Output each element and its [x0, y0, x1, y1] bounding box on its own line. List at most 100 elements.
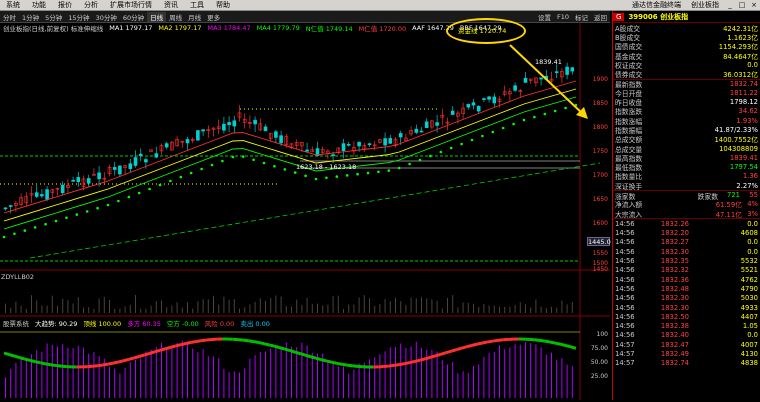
sub2-trend-seg: [446, 351, 451, 353]
stat-row: 总成交量104308809: [613, 144, 760, 153]
sub2-trend-seg: [176, 345, 181, 346]
sub2-trend-seg: [337, 363, 342, 364]
stat-value: 1797.54: [669, 163, 758, 171]
tick-volume: 0.0: [689, 238, 758, 246]
tick-price: 1832.30: [649, 248, 689, 256]
menu-analysis[interactable]: 分析: [78, 0, 104, 10]
signal-dot: [304, 175, 307, 178]
callout-label: 资金线 1720.74: [458, 25, 506, 35]
stat-value: 1811.22: [669, 89, 758, 97]
stat-row: 指数涨跌34.62: [613, 107, 760, 116]
signal-dot: [388, 169, 391, 172]
tab-daily[interactable]: 日线: [147, 12, 166, 22]
sub2-trend-seg: [160, 349, 165, 351]
sub2-trend-seg: [124, 359, 129, 360]
sub2-trend-seg: [98, 365, 103, 366]
security-code[interactable]: 399006 创业板指: [628, 12, 688, 22]
stat-row: A股成交4242.31亿: [613, 23, 760, 32]
quote-panel: G 399006 创业板指 A股成交4242.31亿B股成交1.1623亿国债成…: [612, 11, 760, 400]
y-tick: 1900: [582, 76, 608, 83]
sub2-trend-seg: [462, 347, 467, 348]
stat-row: 指数涨幅1.93%: [613, 116, 760, 125]
tab-15min[interactable]: 15分钟: [65, 12, 92, 22]
sub2-trend-seg: [352, 366, 357, 367]
candle-body: [228, 122, 231, 124]
menu-news[interactable]: 资讯: [158, 0, 184, 10]
stat-value: 1400.7552亿: [669, 134, 758, 144]
minimize-icon[interactable]: _: [724, 1, 736, 9]
stat-row: 最高指数1839.41: [613, 153, 760, 162]
y-tick: 1600: [582, 220, 608, 227]
candle-body: [186, 139, 189, 142]
tick-row: 14:571832.494130: [613, 349, 760, 358]
close-icon[interactable]: ×: [748, 1, 760, 9]
stat-row: 最低指数1797.54: [613, 162, 760, 171]
f10-button[interactable]: F10: [554, 13, 572, 21]
sub2-trend-seg: [488, 341, 493, 342]
signal-dot: [44, 223, 47, 226]
sub2-trend-seg: [181, 343, 186, 344]
tick-row: 14:561832.260.0: [613, 219, 760, 228]
tab-60min[interactable]: 60分钟: [120, 12, 147, 22]
tab-timeshare[interactable]: 分时: [0, 12, 19, 22]
tick-volume: 5521: [689, 266, 758, 274]
mark-button[interactable]: 标记: [572, 12, 591, 22]
sub2-trend-seg: [259, 343, 264, 344]
menu-ext-market[interactable]: 扩展市场行情: [104, 0, 158, 10]
sub2-trend-seg: [306, 355, 311, 357]
tab-1min[interactable]: 1分钟: [19, 12, 42, 22]
tab-more[interactable]: 更多: [204, 12, 223, 22]
tab-weekly[interactable]: 周线: [166, 12, 185, 22]
tick-time: 14:56: [615, 257, 649, 265]
sub2-sell: 卖出 0.00: [237, 318, 273, 327]
tick-volume: 5030: [689, 294, 758, 302]
group-badge: G: [613, 13, 624, 21]
kline-chart[interactable]: [0, 23, 610, 400]
signal-dot: [346, 174, 349, 177]
menu-help[interactable]: 帮助: [210, 0, 236, 10]
candle-body: [165, 144, 168, 147]
signal-dot: [398, 167, 401, 170]
candle-body: [77, 177, 80, 181]
signal-dot: [221, 160, 224, 163]
signal-dot: [159, 184, 162, 187]
sub2-top: 顶线 100.00: [80, 318, 124, 327]
window-title: 通达信金融终端 创业板指: [627, 0, 724, 10]
sub2-trend-seg: [30, 360, 35, 361]
chart-area[interactable]: [0, 23, 610, 400]
tab-5min[interactable]: 5分钟: [42, 12, 65, 22]
sub2-trend-seg: [498, 340, 503, 341]
stat-row: 今日开盘1811.22: [613, 88, 760, 97]
sub2-trend-seg: [555, 343, 560, 344]
candle-body: [144, 160, 147, 163]
sub2-trend-seg: [482, 342, 487, 343]
candle-body: [540, 78, 543, 79]
sub2-trend-seg: [248, 341, 253, 342]
stat-row: B股成交1.1623亿: [613, 32, 760, 41]
tab-monthly[interactable]: 月线: [185, 12, 204, 22]
sub2-trend-seg: [56, 366, 61, 367]
stat-label: 深证换手: [615, 181, 669, 191]
tick-price: 1832.74: [649, 359, 689, 367]
signal-dot: [440, 151, 443, 154]
menu-quote[interactable]: 报价: [52, 0, 78, 10]
signal-dot: [356, 173, 359, 176]
signal-dot: [34, 226, 37, 229]
sub2-trend-seg: [477, 343, 482, 344]
menu-function[interactable]: 功能: [26, 0, 52, 10]
tab-30min[interactable]: 30分钟: [93, 12, 120, 22]
settings-button[interactable]: 设置: [535, 12, 554, 22]
tick-price: 1832.36: [649, 276, 689, 284]
signal-dot: [336, 175, 339, 178]
sub2-trend-seg: [404, 363, 409, 364]
stat-row: 指数振幅41.87/2.33%: [613, 125, 760, 134]
menu-system[interactable]: 系统: [0, 0, 26, 10]
tick-time: 14:56: [615, 266, 649, 274]
maximize-icon[interactable]: □: [736, 1, 748, 9]
candle-body: [566, 67, 569, 75]
signal-dot: [481, 135, 484, 138]
menu-tools[interactable]: 工具: [184, 0, 210, 10]
sub2-trend-seg: [540, 340, 545, 341]
signal-dot: [200, 168, 203, 171]
back-button[interactable]: 返回: [591, 12, 610, 22]
